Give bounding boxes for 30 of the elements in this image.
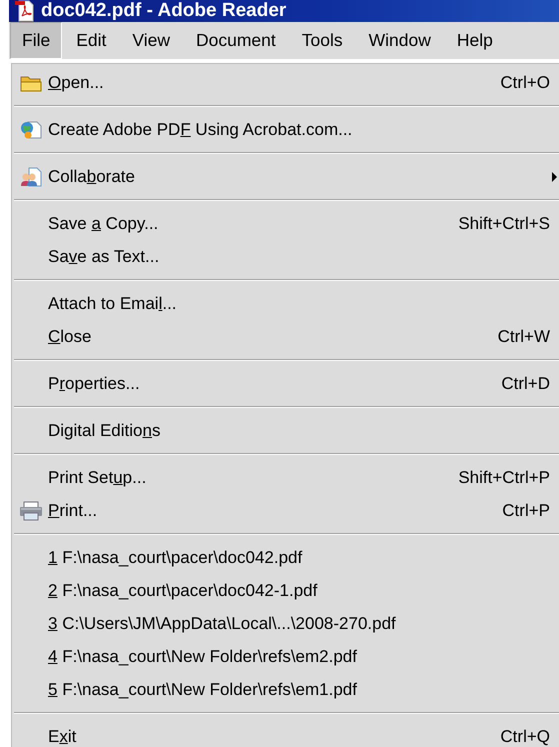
menu-item[interactable]: Collaborate <box>14 160 559 193</box>
globe-document-icon <box>20 120 42 140</box>
menu-bar-item[interactable]: Tools <box>290 22 355 59</box>
menu-item[interactable]: Create Adobe PDF Using Acrobat.com... <box>14 113 559 146</box>
menu-item[interactable]: Digital Editions <box>14 414 559 447</box>
menu-item[interactable]: Print Setup... Shift+Ctrl+P <box>14 461 559 494</box>
people-icon <box>20 166 42 186</box>
menu-item[interactable]: Print... Ctrl+P <box>14 494 559 527</box>
folder-icon <box>20 74 42 92</box>
menu-bar-item[interactable]: Help <box>444 22 505 59</box>
menu-item[interactable]: Open... Ctrl+O <box>14 66 559 99</box>
pdf-document-icon <box>15 0 35 22</box>
menu-bar-item[interactable]: Document <box>184 22 288 59</box>
printer-icon <box>19 500 43 520</box>
menu-item[interactable]: 3 C:\Users\JM\AppData\Local\...\2008-270.pdf <box>14 607 559 640</box>
menu-item[interactable]: Properties... Ctrl+D <box>14 367 559 400</box>
menu-bar-item[interactable]: File <box>10 22 62 59</box>
menu-item[interactable]: 5 F:\nasa_court\New Folder\refs\em1.pdf <box>14 673 559 706</box>
menu-item[interactable]: Close Ctrl+W <box>14 320 559 353</box>
menu-item[interactable]: Save a Copy... Shift+Ctrl+S <box>14 207 559 240</box>
menu-bar-item[interactable]: Edit <box>64 22 118 59</box>
menu-bar-item[interactable]: Window <box>356 22 443 59</box>
menu-item[interactable]: Exit Ctrl+Q <box>14 720 559 747</box>
menu-bar-item[interactable]: View <box>120 22 182 59</box>
menu-item[interactable]: Save as Text... <box>14 240 559 273</box>
menu-item[interactable]: 4 F:\nasa_court\New Folder\refs\em2.pdf <box>14 640 559 673</box>
window-title: doc042.pdf - Adobe Reader <box>41 0 286 22</box>
menu-item[interactable]: 2 F:\nasa_court\pacer\doc042-1.pdf <box>14 574 559 607</box>
menu-item[interactable]: 1 F:\nasa_court\pacer\doc042.pdf <box>14 541 559 574</box>
menu-item[interactable]: Attach to Email... <box>14 287 559 320</box>
